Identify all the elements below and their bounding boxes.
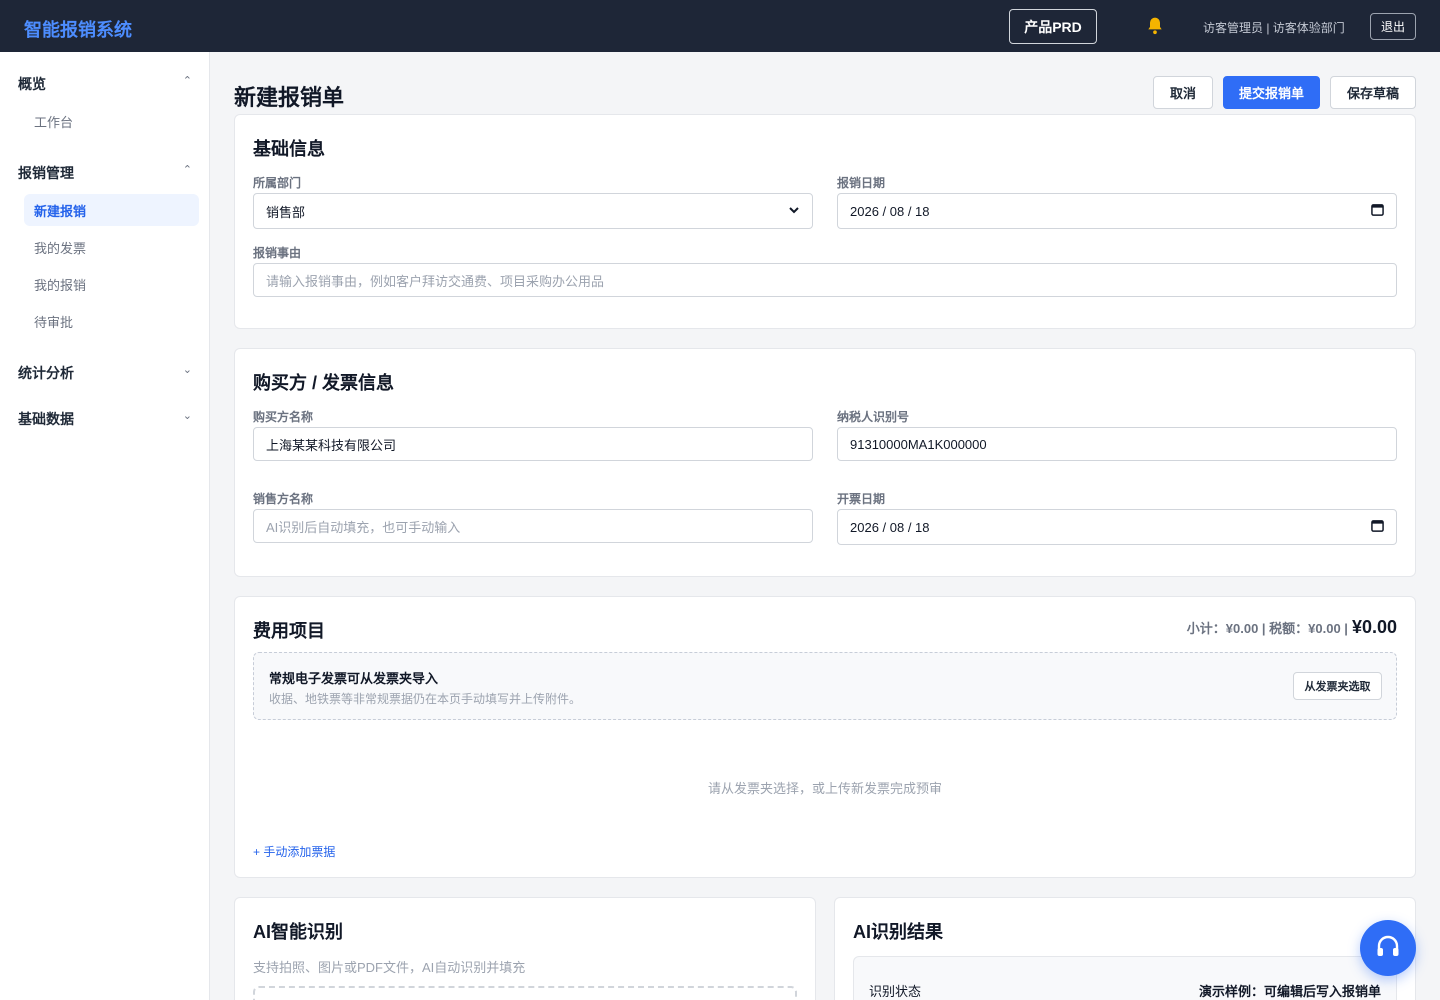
section-title: 基础信息 [253, 139, 325, 159]
invoice-date-value: 2026 / 08 / 18 [850, 519, 930, 535]
chevron-down-icon: ⌄ [182, 410, 192, 422]
sidebar-item-label: 工作台 [34, 114, 74, 130]
notice-title: 常规电子发票可从发票夹导入 [269, 671, 439, 686]
invoice-date-label: 开票日期 [837, 492, 886, 506]
sidebar-item-workbench[interactable]: 工作台 [24, 105, 199, 137]
sidebar-group-statistics[interactable]: 统计分析 ⌄ [18, 363, 192, 383]
tax-id-input[interactable]: 91310000MA1K000000 [837, 427, 1397, 461]
result-status-box: 识别状态 演示样例：可编辑后写入报销单 [853, 956, 1397, 1000]
headset-icon [1374, 933, 1402, 964]
ai-recognition-subtitle: 支持拍照、图片或PDF文件，AI自动识别并填充 [253, 960, 526, 975]
section-title: AI识别结果 [853, 922, 943, 942]
calendar-icon[interactable] [1371, 519, 1384, 535]
sidebar-item-my-reimbursements[interactable]: 我的报销 [24, 268, 199, 300]
app-title[interactable]: 智能报销系统 [24, 16, 132, 42]
save-draft-button[interactable]: 保存草稿 [1330, 76, 1416, 109]
user-info: 访客管理员 | 访客体验部门 [1203, 21, 1345, 35]
sidebar-group-label: 报销管理 [18, 165, 74, 181]
sidebar-group-label: 基础数据 [18, 411, 74, 427]
section-title: 费用项目 [253, 621, 325, 641]
bell-icon[interactable] [1145, 16, 1165, 41]
date-label: 报销日期 [837, 176, 886, 190]
chevron-up-icon: ⌃ [182, 75, 192, 87]
department-label: 所属部门 [253, 176, 302, 190]
sidebar: 概览 ⌃ 工作台 报销管理 ⌃ 新建报销 我的发票 我的报销 待审批 统计分析 … [0, 52, 210, 1000]
sidebar-item-label: 我的报销 [34, 277, 87, 293]
section-title: AI智能识别 [253, 922, 343, 942]
reason-input[interactable]: 请输入报销事由，例如客户拜访交通费、项目采购办公用品 [253, 263, 1397, 297]
top-bar: 智能报销系统 产品PRD 访客管理员 | 访客体验部门 退出 [0, 0, 1440, 52]
date-value: 2026 / 08 / 18 [850, 203, 930, 219]
invoice-date-field[interactable]: 2026 / 08 / 18 [837, 509, 1397, 545]
sidebar-item-my-invoices[interactable]: 我的发票 [24, 231, 199, 263]
upload-dropzone[interactable] [253, 986, 797, 1000]
add-receipt-link[interactable]: + 手动添加票据 [253, 843, 335, 860]
seller-name-label: 销售方名称 [253, 492, 314, 506]
sidebar-item-label: 我的发票 [34, 240, 87, 256]
expense-items-card: 费用项目 小计：¥0.00 | 税额：¥0.00 | ¥0.00 常规电子发票可… [234, 596, 1416, 878]
support-headset-button[interactable] [1360, 920, 1416, 976]
product-prd-button[interactable]: 产品PRD [1009, 9, 1097, 44]
tax-id-label: 纳税人识别号 [837, 410, 910, 424]
section-title: 购买方 / 发票信息 [253, 373, 395, 393]
grand-total: ¥0.00 [1351, 617, 1397, 637]
buyer-invoice-card: 购买方 / 发票信息 购买方名称 上海某某科技有限公司 纳税人识别号 91310… [234, 348, 1416, 577]
basic-info-card: 基础信息 所属部门 销售部 报销日期 2026 / 08 / 18 报销事由 请… [234, 114, 1416, 329]
buyer-name-input[interactable]: 上海某某科技有限公司 [253, 427, 813, 461]
sidebar-group-label: 概览 [18, 76, 46, 92]
chevron-up-icon: ⌃ [182, 164, 192, 176]
status-label: 识别状态 [869, 984, 922, 999]
sidebar-item-label: 新建报销 [34, 203, 87, 219]
notice-subtitle: 收据、地铁票等非常规票据仍在本页手动填写并上传附件。 [269, 692, 582, 706]
reimbursement-date-field[interactable]: 2026 / 08 / 18 [837, 193, 1397, 229]
sidebar-group-base-data[interactable]: 基础数据 ⌄ [18, 409, 192, 429]
cancel-button[interactable]: 取消 [1153, 76, 1213, 109]
sidebar-item-new-reimbursement[interactable]: 新建报销 [24, 194, 199, 226]
calendar-icon[interactable] [1371, 203, 1384, 219]
reason-label: 报销事由 [253, 246, 302, 260]
sidebar-group-reimbursement[interactable]: 报销管理 ⌃ [18, 163, 192, 183]
empty-state-text: 请从发票夹选择，或上传新发票完成预审 [707, 781, 942, 796]
page-title: 新建报销单 [234, 85, 345, 110]
subtotal-text: 小计：¥0.00 | 税额：¥0.00 | [1186, 621, 1348, 636]
import-notice: 常规电子发票可从发票夹导入 收据、地铁票等非常规票据仍在本页手动填写并上传附件。… [253, 652, 1397, 720]
chevron-down-icon: ⌄ [182, 364, 192, 376]
sidebar-item-label: 待审批 [34, 314, 74, 330]
status-value: 演示样例：可编辑后写入报销单 [1198, 984, 1381, 999]
select-from-invoice-folder-button[interactable]: 从发票夹选取 [1293, 672, 1382, 700]
seller-name-input[interactable]: AI识别后自动填充，也可手动输入 [253, 509, 813, 543]
ai-recognition-card: AI智能识别 支持拍照、图片或PDF文件，AI自动识别并填充 [234, 897, 816, 1000]
totals-summary: 小计：¥0.00 | 税额：¥0.00 | ¥0.00 [1187, 617, 1397, 638]
department-select[interactable]: 销售部 [253, 193, 813, 229]
logout-button[interactable]: 退出 [1370, 13, 1416, 40]
submit-button[interactable]: 提交报销单 [1223, 76, 1320, 109]
buyer-name-label: 购买方名称 [253, 410, 314, 424]
sidebar-group-overview[interactable]: 概览 ⌃ [18, 74, 192, 94]
sidebar-item-pending-approval[interactable]: 待审批 [24, 305, 199, 337]
sidebar-group-label: 统计分析 [18, 365, 74, 381]
ai-result-card: AI识别结果 识别状态 演示样例：可编辑后写入报销单 [834, 897, 1416, 1000]
department-value: 销售部 [266, 204, 306, 220]
chevron-down-icon [788, 204, 800, 219]
